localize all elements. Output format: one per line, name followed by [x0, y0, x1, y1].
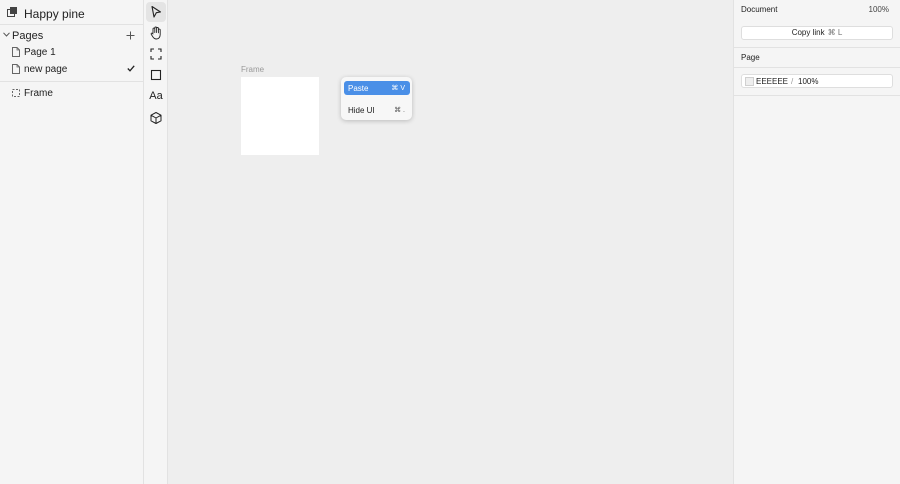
text-icon: Aa — [149, 90, 163, 102]
menu-item-hide-ui[interactable]: Hide UI ⌘ . — [344, 103, 410, 117]
copy-link-button[interactable]: Copy link ⌘ L — [741, 26, 893, 40]
panel-divider — [734, 95, 900, 96]
menu-item-label: Hide UI — [348, 106, 375, 115]
context-menu: Paste ⌘ V Hide UI ⌘ . — [341, 77, 412, 120]
panel-divider — [734, 47, 900, 48]
chevron-down-icon[interactable] — [3, 32, 10, 37]
page-color-field[interactable]: EEEEEE / 100% — [741, 74, 893, 88]
right-panel: Document 100% Copy link ⌘ L Page EEEEEE /… — [733, 0, 900, 484]
panel-divider — [734, 67, 900, 68]
project-name[interactable]: Happy pine — [24, 7, 85, 21]
menu-item-paste[interactable]: Paste ⌘ V — [344, 81, 410, 95]
zoom-level[interactable]: 100% — [869, 5, 889, 14]
project-icon[interactable] — [7, 7, 17, 17]
frame-label[interactable]: Frame — [241, 65, 264, 74]
checkmark-icon — [127, 65, 135, 72]
left-sidebar: Happy pine Pages Page 1 new page Frame — [0, 0, 144, 484]
page-icon — [12, 64, 20, 74]
layer-item-frame[interactable]: Frame — [0, 86, 143, 102]
pages-header[interactable]: Pages — [0, 26, 143, 46]
select-tool-button[interactable] — [146, 2, 166, 22]
page-item-label: Page 1 — [24, 47, 56, 58]
copy-link-label: Copy link — [791, 28, 825, 37]
page-item-new-page[interactable]: new page — [0, 62, 143, 78]
text-tool-button[interactable]: Aa — [146, 87, 166, 107]
frame-tool-button[interactable] — [146, 44, 166, 64]
color-swatch[interactable] — [745, 77, 754, 86]
frame-icon — [12, 89, 20, 97]
rectangle-tool-button[interactable] — [146, 65, 166, 85]
document-title: Document — [741, 5, 778, 14]
page-icon — [12, 47, 20, 57]
menu-item-shortcut: ⌘ V — [391, 85, 405, 92]
frame-element[interactable] — [241, 77, 319, 155]
project-header: Happy pine — [0, 0, 143, 25]
copy-link-shortcut: ⌘ L — [827, 28, 843, 37]
page-color-hex[interactable]: EEEEEE — [756, 77, 788, 86]
page-item-page-1[interactable]: Page 1 — [0, 45, 143, 61]
page-item-label: new page — [24, 64, 68, 75]
page-opacity[interactable]: 100% — [798, 77, 818, 86]
hand-tool-button[interactable] — [146, 23, 166, 43]
menu-item-shortcut: ⌘ . — [394, 107, 405, 114]
page-section-title: Page — [741, 53, 760, 62]
layer-item-label: Frame — [24, 88, 53, 99]
component-tool-button[interactable] — [146, 108, 166, 128]
pages-label: Pages — [12, 30, 44, 42]
document-header: Document 100% — [734, 0, 900, 20]
color-separator: / — [791, 77, 794, 86]
sidebar-divider — [0, 81, 143, 82]
add-page-button[interactable] — [124, 29, 138, 43]
plus-icon — [126, 31, 135, 40]
menu-item-label: Paste — [348, 84, 369, 93]
toolbar: Aa — [144, 0, 168, 484]
